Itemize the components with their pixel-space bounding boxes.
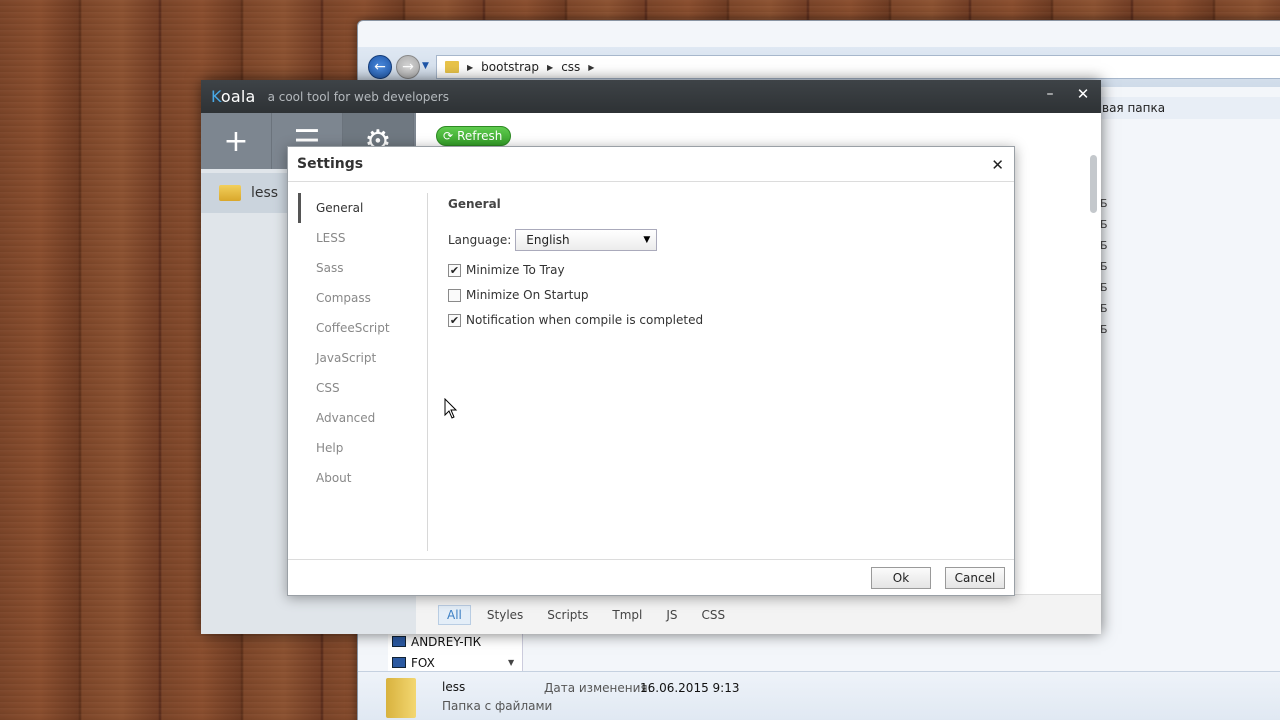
nav-item-less[interactable]: LESS [298, 223, 427, 253]
folder-icon [219, 185, 241, 201]
details-modified-label: Дата изменения: [544, 681, 652, 695]
refresh-label: Refresh [457, 129, 503, 143]
koala-logo: Koala [211, 87, 256, 106]
close-icon[interactable]: ✕ [991, 156, 1004, 174]
scrollbar[interactable] [1090, 155, 1097, 213]
chevron-right-icon[interactable]: ▶ [547, 63, 553, 72]
nav-item-coffeescript[interactable]: CoffeeScript [298, 313, 427, 343]
new-folder-button[interactable]: вая папка [1098, 97, 1280, 119]
nav-item-label: FOX [411, 655, 435, 670]
chevron-down-icon: ▼ [643, 235, 651, 245]
file-size-cell: Б [1100, 302, 1108, 315]
option-minimize-to-tray[interactable]: ✔ Minimize To Tray [448, 263, 565, 277]
dialog-title: Settings [297, 156, 364, 172]
file-size-cell: Б [1100, 281, 1108, 294]
computer-icon [392, 657, 406, 668]
nav-item-help[interactable]: Help [298, 433, 427, 463]
nav-item-javascript[interactable]: JavaScript [298, 343, 427, 373]
forward-arrow-icon[interactable]: → [396, 55, 420, 79]
nav-item-about[interactable]: About [298, 463, 427, 493]
file-size-cell: Б [1100, 197, 1108, 210]
minimize-button[interactable]: – [1043, 87, 1057, 101]
chevron-right-icon[interactable]: ▶ [588, 63, 594, 72]
scroll-down-icon[interactable]: ▼ [508, 658, 514, 667]
file-size-cell: Б [1100, 260, 1108, 273]
add-project-button[interactable]: + [201, 113, 272, 169]
address-bar[interactable]: ▶ bootstrap ▶ css ▶ [436, 55, 1280, 79]
refresh-button[interactable]: ⟳ Refresh [436, 126, 512, 146]
nav-item-general[interactable]: General [298, 193, 427, 223]
file-size-column: Б Б Б Б Б Б Б [1100, 193, 1120, 340]
file-size-cell: Б [1100, 218, 1108, 231]
option-label: Minimize To Tray [466, 263, 565, 277]
folder-icon [386, 678, 416, 718]
settings-header: Settings ✕ [288, 147, 1014, 182]
option-minimize-on-startup[interactable]: Minimize On Startup [448, 288, 589, 302]
settings-footer: Ok Cancel [288, 559, 1014, 595]
nav-item-label: ANDREY-ПК [411, 634, 482, 649]
mouse-pointer-icon [444, 398, 458, 419]
settings-content: General Language: English ▼ ✔ Minimize T… [448, 197, 988, 547]
breadcrumb-bootstrap[interactable]: bootstrap [481, 60, 539, 74]
back-arrow-icon[interactable]: ← [368, 55, 392, 79]
history-dropdown-icon[interactable]: ▼ [422, 61, 429, 71]
filter-js[interactable]: JS [658, 606, 685, 624]
navigation-pane: ANDREY-ПК FOX [388, 631, 523, 673]
language-select[interactable]: English ▼ [515, 229, 658, 251]
filter-tmpl[interactable]: Tmpl [604, 606, 650, 624]
computer-icon [392, 636, 406, 647]
language-row: Language: English ▼ [448, 229, 658, 251]
option-label: Minimize On Startup [466, 288, 589, 302]
filter-css[interactable]: CSS [694, 606, 734, 624]
filter-styles[interactable]: Styles [479, 606, 531, 624]
checkbox-checked[interactable]: ✔ [448, 263, 461, 277]
details-type: Папка с файлами [442, 699, 553, 713]
nav-item-css[interactable]: CSS [298, 373, 427, 403]
close-window-button[interactable]: ✕ [1075, 86, 1091, 102]
folder-icon [445, 61, 459, 73]
breadcrumb-css[interactable]: css [561, 60, 580, 74]
checkbox-unchecked[interactable] [448, 288, 461, 302]
details-name: less [442, 680, 466, 694]
filter-all[interactable]: All [438, 604, 471, 625]
refresh-icon: ⟳ [443, 129, 454, 143]
option-label: Notification when compile is completed [466, 313, 704, 327]
nav-item-compass[interactable]: Compass [298, 283, 427, 313]
settings-nav: General LESS Sass Compass CoffeeScript J… [298, 193, 428, 551]
details-modified-value: 16.06.2015 9:13 [640, 681, 740, 695]
language-value: English [526, 233, 570, 247]
nav-item-fox[interactable]: FOX [388, 652, 522, 673]
koala-tagline: a cool tool for web developers [267, 89, 449, 104]
option-notification[interactable]: ✔ Notification when compile is completed [448, 313, 703, 327]
project-label: less [251, 185, 279, 201]
language-label: Language: [448, 233, 512, 247]
chevron-right-icon[interactable]: ▶ [467, 63, 473, 72]
file-size-cell: Б [1100, 239, 1108, 252]
nav-item-sass[interactable]: Sass [298, 253, 427, 283]
filter-scripts[interactable]: Scripts [539, 606, 596, 624]
section-title: General [448, 197, 501, 211]
ok-button[interactable]: Ok [871, 567, 931, 589]
cancel-button[interactable]: Cancel [945, 567, 1005, 589]
nav-item-advanced[interactable]: Advanced [298, 403, 427, 433]
koala-titlebar[interactable]: Koala a cool tool for web developers – ✕ [201, 80, 1101, 113]
file-size-cell: Б [1100, 323, 1108, 336]
nav-item-andrey-pc[interactable]: ANDREY-ПК [388, 631, 522, 652]
settings-dialog: Settings ✕ General LESS Sass Compass Cof… [287, 146, 1015, 596]
checkbox-checked[interactable]: ✔ [448, 313, 461, 327]
filter-bar: All Styles Scripts Tmpl JS CSS [416, 594, 1101, 634]
